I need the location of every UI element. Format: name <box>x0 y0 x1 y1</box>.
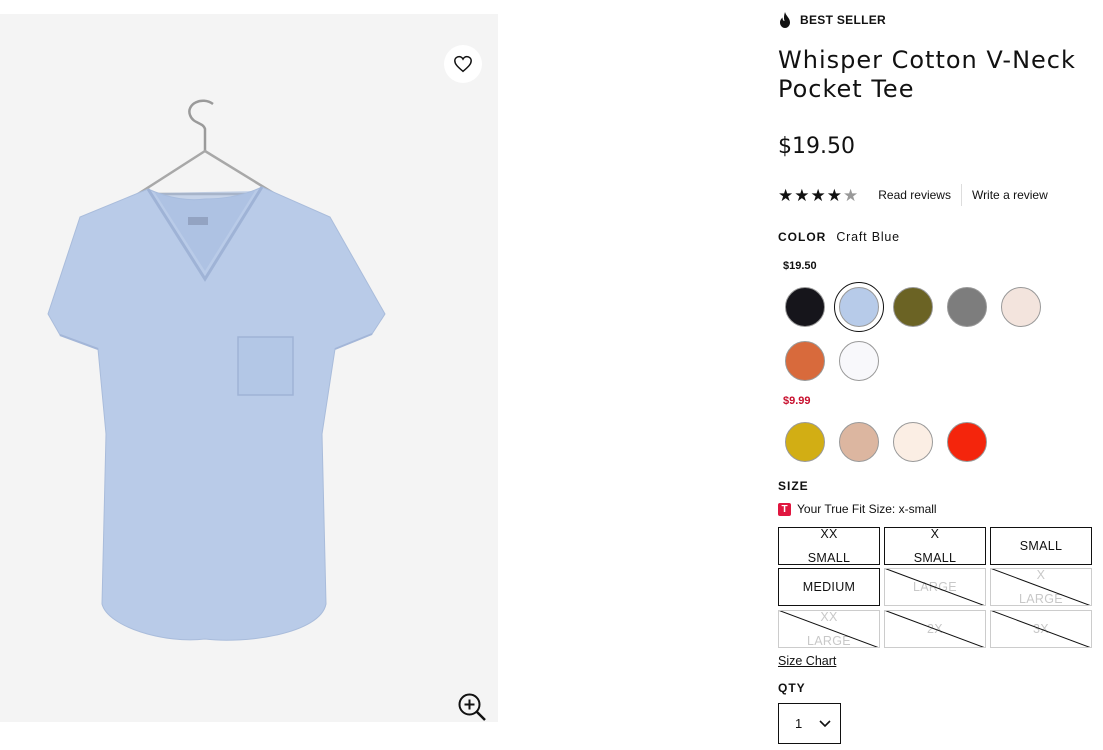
color-swatch[interactable] <box>947 287 987 327</box>
size-option-medium[interactable]: MEDIUM <box>778 568 880 606</box>
swatch-group-price: $9.99 <box>783 395 811 407</box>
size-option-2x[interactable]: 2X <box>884 610 986 648</box>
size-option-label: XX <box>820 610 838 624</box>
swatch-group-price: $19.50 <box>783 260 817 272</box>
qty-value: 1 <box>795 716 803 731</box>
size-option-label: MEDIUM <box>802 580 856 594</box>
size-option-3x[interactable]: 3X <box>990 610 1092 648</box>
star-rating: ★ ★ ★ ★ ★ <box>778 187 858 204</box>
flame-icon <box>780 12 790 28</box>
size-option-label: SMALL <box>1019 539 1063 553</box>
size-label: SIZE <box>778 479 809 493</box>
color-swatch[interactable] <box>785 341 825 381</box>
star-icon: ★ <box>794 185 810 205</box>
size-option-label: SMALL <box>807 551 851 565</box>
size-chart-link[interactable]: Size Chart <box>778 654 836 668</box>
color-swatch[interactable] <box>947 422 987 462</box>
size-option-label: LARGE <box>1019 592 1063 606</box>
true-fit-text: Your True Fit Size: x-small <box>797 502 937 516</box>
size-option-label: LARGE <box>913 580 957 594</box>
qty-select[interactable]: 1 <box>778 703 841 744</box>
star-icon: ★ <box>778 185 794 205</box>
size-option-label: SMALL <box>913 551 957 565</box>
read-reviews-link[interactable]: Read reviews <box>878 188 951 202</box>
product-image <box>47 99 386 641</box>
size-option-label: X <box>930 527 940 541</box>
color-swatch[interactable] <box>1001 287 1041 327</box>
heart-icon <box>454 55 472 73</box>
zoom-button[interactable] <box>455 690 489 724</box>
color-selection: COLOR Craft Blue <box>778 230 900 244</box>
qty-label: QTY <box>778 681 806 695</box>
size-option-small[interactable]: SMALL <box>990 527 1092 565</box>
bestseller-label: BEST SELLER <box>800 13 886 27</box>
star-icon: ★ <box>826 185 842 205</box>
size-option-x-small[interactable]: X SMALL <box>884 527 986 565</box>
write-review-link[interactable]: Write a review <box>972 188 1048 202</box>
size-option-large[interactable]: LARGE <box>884 568 986 606</box>
bestseller-badge: BEST SELLER <box>778 12 886 28</box>
size-option-label: LARGE <box>807 634 851 648</box>
zoom-in-icon <box>458 693 486 721</box>
color-swatch[interactable] <box>785 287 825 327</box>
true-fit-recommendation[interactable]: T Your True Fit Size: x-small <box>778 502 937 516</box>
star-icon: ★ <box>810 185 826 205</box>
rating-row: ★ ★ ★ ★ ★ Read reviews Write a review <box>778 183 1048 207</box>
color-label: COLOR <box>778 230 827 244</box>
size-option-xx-small[interactable]: XX SMALL <box>778 527 880 565</box>
star-icon: ★ <box>843 185 859 205</box>
color-swatch[interactable] <box>893 287 933 327</box>
color-swatch[interactable] <box>839 422 879 462</box>
color-swatch[interactable] <box>839 341 879 381</box>
divider <box>960 184 962 206</box>
product-image-panel[interactable] <box>0 14 498 722</box>
product-title: Whisper Cotton V-Neck Pocket Tee <box>778 46 1076 103</box>
size-option-label: XX <box>820 527 838 541</box>
product-price: $19.50 <box>778 134 855 159</box>
favorite-button[interactable] <box>444 45 482 83</box>
size-option-label: X <box>1036 568 1046 582</box>
chevron-down-icon <box>819 719 831 727</box>
color-swatch[interactable] <box>834 282 884 332</box>
selected-color: Craft Blue <box>836 230 900 244</box>
size-option-label: 2X <box>927 622 943 636</box>
color-swatch[interactable] <box>785 422 825 462</box>
size-option-xx-large[interactable]: XX LARGE <box>778 610 880 648</box>
size-option-label: 3X <box>1033 622 1049 636</box>
true-fit-icon: T <box>778 502 791 516</box>
color-swatch[interactable] <box>893 422 933 462</box>
size-option-x-large[interactable]: X LARGE <box>990 568 1092 606</box>
